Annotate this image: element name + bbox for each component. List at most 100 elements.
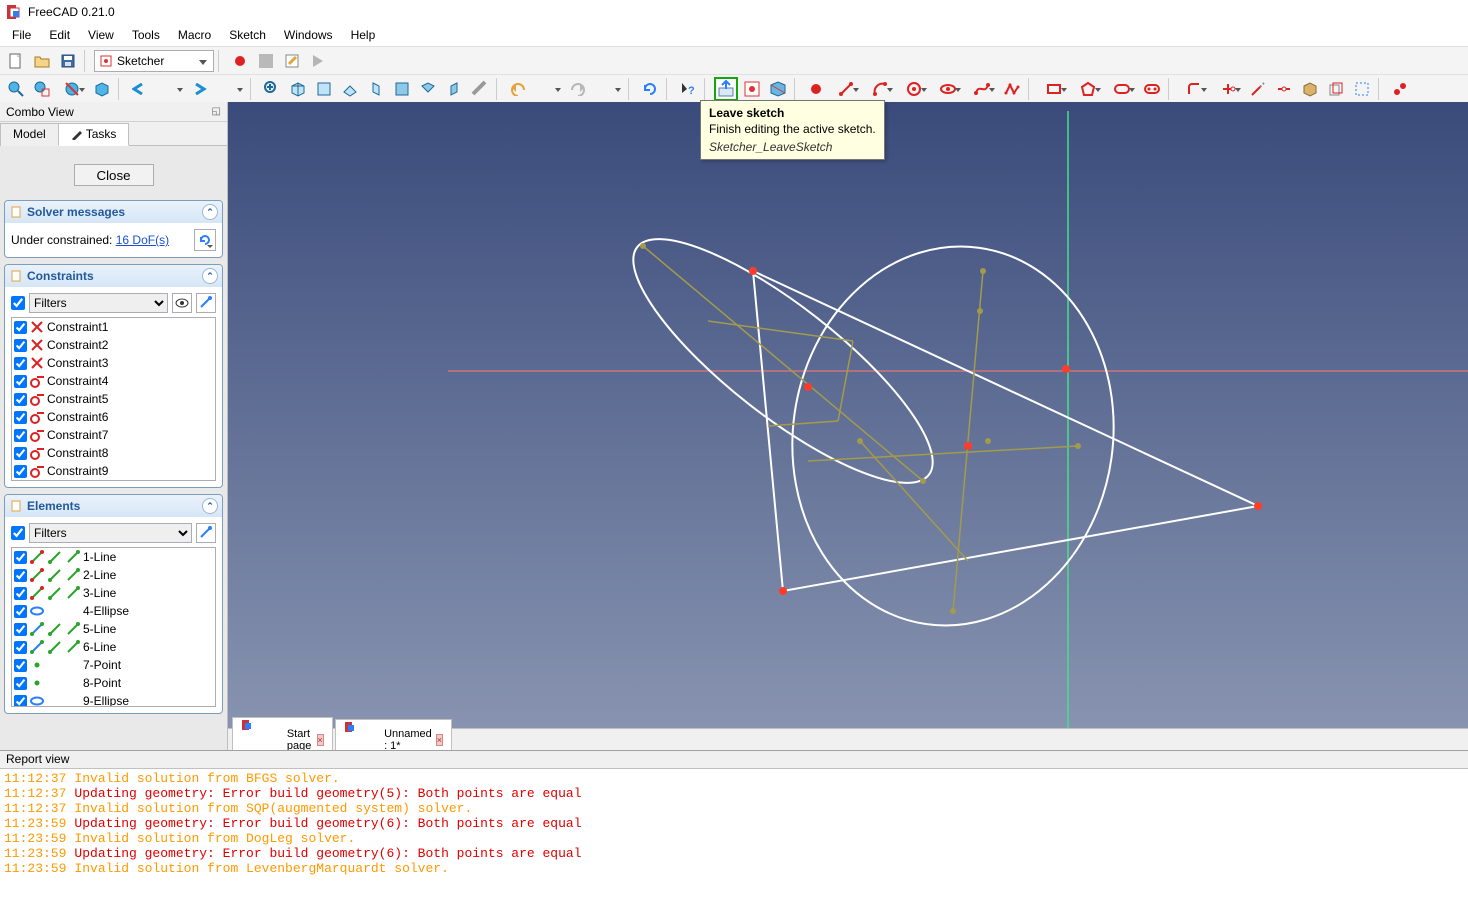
macro-run-button[interactable] — [306, 49, 330, 73]
whats-this-button[interactable]: ? — [676, 77, 700, 101]
bounding-box-button[interactable] — [90, 77, 114, 101]
constraint-cb[interactable] — [14, 375, 27, 388]
create-polyline-button[interactable] — [1000, 77, 1024, 101]
constraint-row[interactable]: Constraint2 — [12, 336, 215, 354]
nav-fwd-button[interactable] — [188, 77, 212, 101]
constraint-row[interactable]: Constraint8 — [12, 444, 215, 462]
constraint-cb[interactable] — [14, 465, 27, 478]
redo-button[interactable] — [566, 77, 590, 101]
view-sketch-button[interactable] — [740, 77, 764, 101]
zoom-in-button[interactable] — [260, 77, 284, 101]
sketch-ellipse-1[interactable] — [603, 204, 962, 518]
redo-menu[interactable] — [592, 77, 624, 101]
open-file-button[interactable] — [30, 49, 54, 73]
constraint-cb[interactable] — [14, 429, 27, 442]
constraints-filter-select[interactable]: Filters — [29, 293, 168, 313]
toggle-construction-button[interactable] — [1350, 77, 1374, 101]
constraint-cb[interactable] — [14, 357, 27, 370]
menu-view[interactable]: View — [80, 26, 122, 44]
menu-tools[interactable]: Tools — [124, 26, 168, 44]
create-point-button[interactable] — [804, 77, 828, 101]
dof-link[interactable]: 16 DoF(s) — [116, 233, 169, 247]
constraints-filter-cb[interactable] — [11, 296, 25, 310]
solver-refresh-button[interactable] — [194, 229, 216, 251]
element-cb[interactable] — [14, 569, 27, 582]
elements-settings-button[interactable] — [196, 523, 216, 543]
constraint-row[interactable]: Constraint1 — [12, 318, 215, 336]
constraints-visibility-button[interactable] — [172, 293, 192, 313]
constraint-row[interactable]: Constraint4 — [12, 372, 215, 390]
create-line-button[interactable] — [830, 77, 862, 101]
element-cb[interactable] — [14, 623, 27, 636]
undo-button[interactable] — [506, 77, 530, 101]
element-row[interactable]: 2-Line — [12, 566, 215, 584]
constraints-list[interactable]: Constraint1Constraint2Constraint3Constra… — [11, 317, 216, 481]
element-cb[interactable] — [14, 677, 27, 690]
close-tab-icon[interactable]: × — [436, 734, 443, 746]
report-view-body[interactable]: 11:12:37Invalid solution from BFGS solve… — [0, 769, 1468, 918]
extend-edge-button[interactable] — [1246, 77, 1270, 101]
measure-button[interactable] — [468, 77, 492, 101]
new-file-button[interactable] — [4, 49, 28, 73]
elements-list[interactable]: 1-Line2-Line3-Line4-Ellipse5-Line6-Line7… — [11, 547, 216, 707]
fit-all-button[interactable] — [4, 77, 28, 101]
view-section-button[interactable] — [766, 77, 790, 101]
menu-windows[interactable]: Windows — [276, 26, 341, 44]
element-cb[interactable] — [14, 659, 27, 672]
collapse-icon[interactable]: ⌃ — [202, 204, 218, 220]
constraint-row[interactable]: Constraint5 — [12, 390, 215, 408]
create-rectangle-button[interactable] — [1038, 77, 1070, 101]
sketch-vertices[interactable] — [749, 267, 1262, 595]
constraint-row[interactable]: Constraint9 — [12, 462, 215, 480]
rear-view-button[interactable] — [390, 77, 414, 101]
tab-model[interactable]: Model — [0, 123, 59, 146]
leave-sketch-button[interactable] — [714, 77, 738, 101]
close-tab-icon[interactable]: × — [317, 734, 324, 746]
create-polygon-button[interactable] — [1072, 77, 1104, 101]
construction-lines[interactable] — [643, 246, 1078, 611]
combo-undock-icon[interactable]: ◱ — [212, 106, 221, 117]
tab-tasks[interactable]: Tasks — [58, 123, 130, 146]
create-bspline-button[interactable] — [966, 77, 998, 101]
element-row[interactable]: 6-Line — [12, 638, 215, 656]
constraint-cb[interactable] — [14, 339, 27, 352]
element-cb[interactable] — [14, 641, 27, 654]
trim-edge-button[interactable] — [1212, 77, 1244, 101]
element-cb[interactable] — [14, 695, 27, 708]
create-circle-button[interactable] — [898, 77, 930, 101]
constraint-cb[interactable] — [14, 321, 27, 334]
menu-sketch[interactable]: Sketch — [221, 26, 274, 44]
fit-selection-button[interactable] — [30, 77, 54, 101]
viewport-3d[interactable]: Start page×Unnamed : 1*× — [228, 102, 1468, 750]
element-row[interactable]: 8-Point — [12, 674, 215, 692]
macro-edit-button[interactable] — [280, 49, 304, 73]
top-view-button[interactable] — [338, 77, 362, 101]
element-row[interactable]: 4-Ellipse — [12, 602, 215, 620]
save-file-button[interactable] — [56, 49, 80, 73]
menu-macro[interactable]: Macro — [170, 26, 219, 44]
external-geom-button[interactable] — [1298, 77, 1322, 101]
macro-stop-button[interactable] — [254, 49, 278, 73]
carbon-copy-button[interactable] — [1324, 77, 1348, 101]
nav-back-menu[interactable] — [154, 77, 186, 101]
isometric-button[interactable] — [286, 77, 310, 101]
collapse-icon[interactable]: ⌃ — [202, 268, 218, 284]
create-arc-button[interactable] — [864, 77, 896, 101]
constraint-row[interactable]: Constraint7 — [12, 426, 215, 444]
menu-edit[interactable]: Edit — [41, 26, 78, 44]
element-row[interactable]: 7-Point — [12, 656, 215, 674]
create-oblong-button[interactable] — [1140, 77, 1164, 101]
element-cb[interactable] — [14, 551, 27, 564]
create-slot-button[interactable] — [1106, 77, 1138, 101]
nav-fwd-menu[interactable] — [214, 77, 246, 101]
collapse-icon[interactable]: ⌃ — [202, 498, 218, 514]
undo-menu[interactable] — [532, 77, 564, 101]
menu-help[interactable]: Help — [343, 26, 384, 44]
close-button[interactable]: Close — [74, 164, 154, 186]
constr-coincident-button[interactable] — [1388, 77, 1412, 101]
element-cb[interactable] — [14, 605, 27, 618]
left-view-button[interactable] — [442, 77, 466, 101]
element-row[interactable]: 9-Ellipse — [12, 692, 215, 707]
constraint-row[interactable]: Constraint6 — [12, 408, 215, 426]
constraint-cb[interactable] — [14, 447, 27, 460]
